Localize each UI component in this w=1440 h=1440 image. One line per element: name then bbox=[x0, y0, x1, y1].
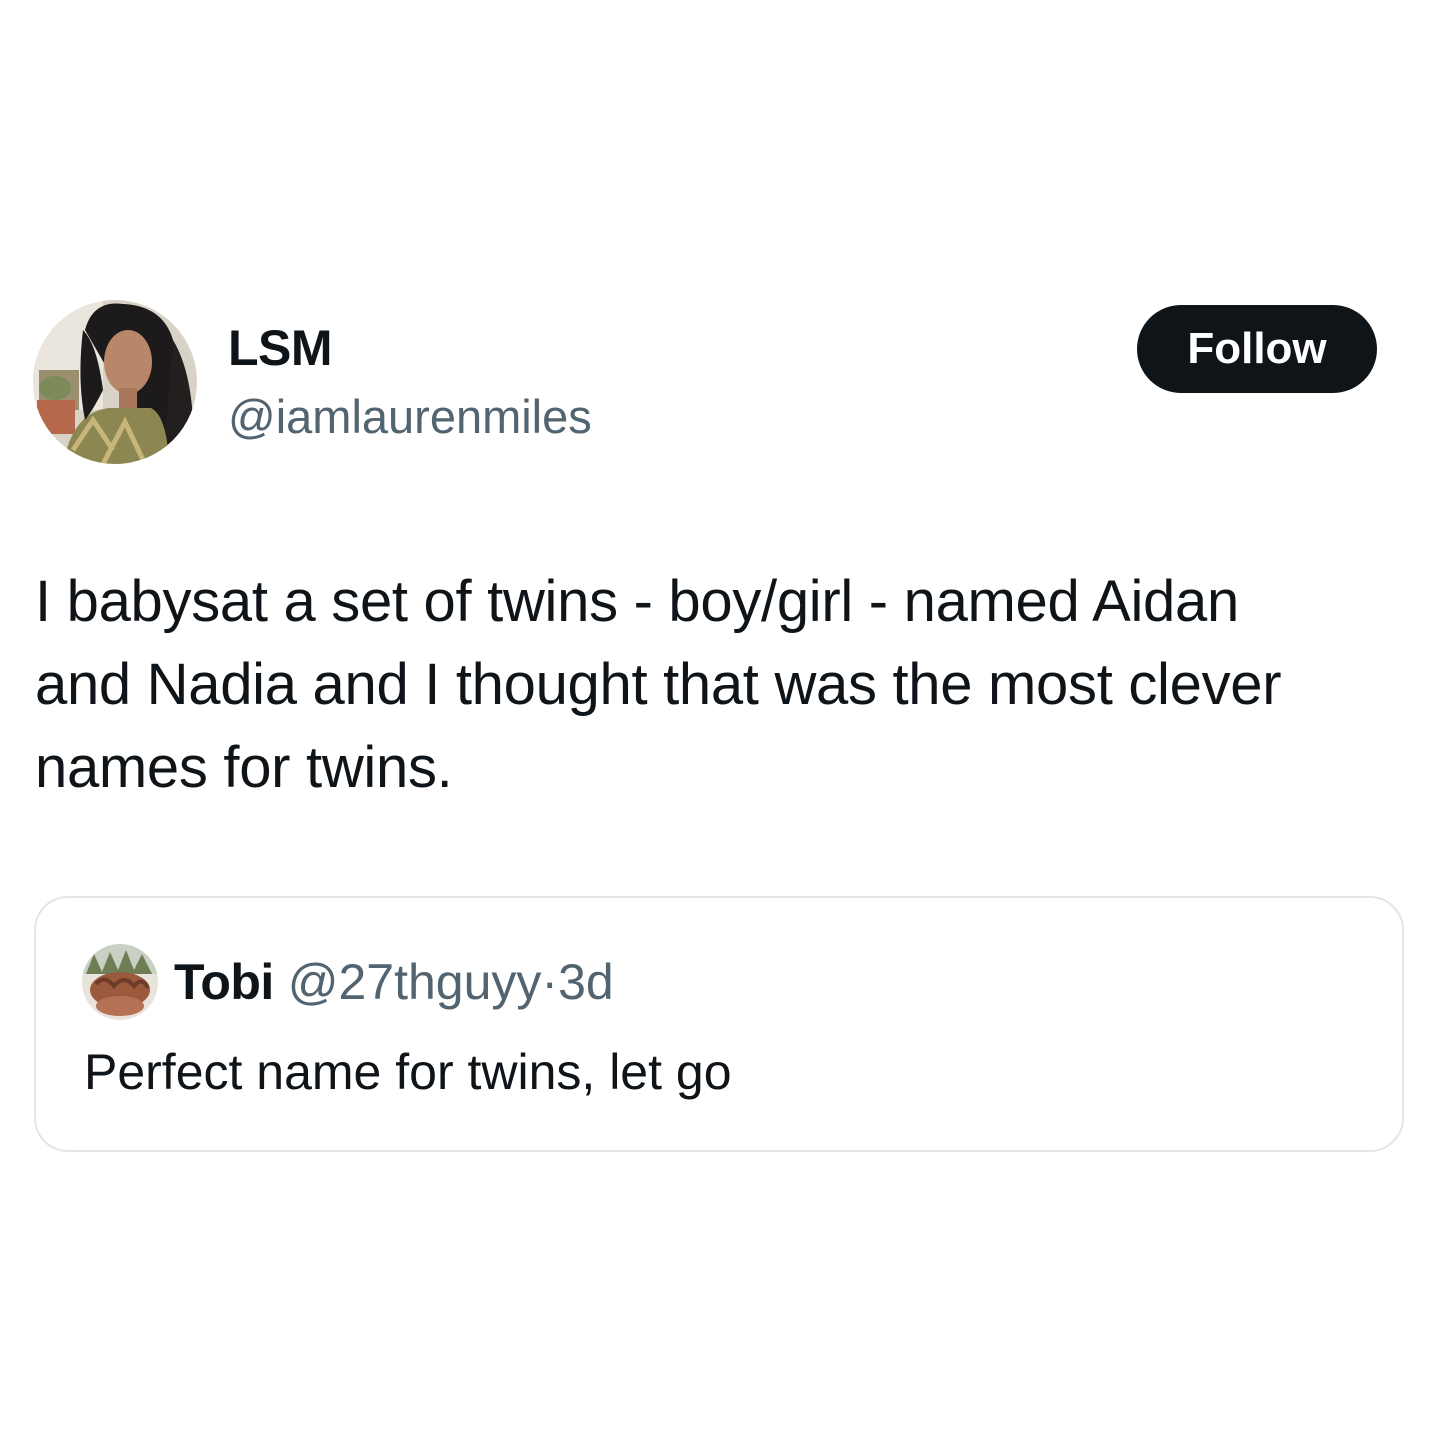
quoted-author-name[interactable]: Tobi bbox=[174, 954, 274, 1010]
quoted-author-avatar-image bbox=[82, 944, 158, 1020]
quoted-post-text: Perfect name for twins, let go bbox=[84, 1044, 732, 1100]
post-text: I babysat a set of twins - boy/girl - na… bbox=[35, 560, 1425, 809]
quoted-post-header: Tobi @27thguyy·3d bbox=[174, 952, 614, 1012]
quoted-post-time[interactable]: 3d bbox=[558, 954, 614, 1010]
quoted-author-avatar[interactable] bbox=[82, 944, 158, 1020]
author-handle[interactable]: @iamlaurenmiles bbox=[228, 388, 592, 446]
post: LSM @iamlaurenmiles Follow I babysat a s… bbox=[0, 0, 1440, 1440]
post-text-line: names for twins. bbox=[35, 735, 453, 800]
post-text-line: and Nadia and I thought that was the mos… bbox=[35, 652, 1282, 717]
quoted-author-handle[interactable]: @27thguyy bbox=[288, 954, 542, 1010]
author-avatar[interactable] bbox=[33, 300, 197, 464]
author-avatar-image bbox=[33, 300, 197, 464]
header-separator: · bbox=[541, 954, 559, 1010]
author-display-name[interactable]: LSM bbox=[228, 318, 333, 378]
post-text-line: I babysat a set of twins - boy/girl - na… bbox=[35, 569, 1239, 634]
quoted-post-card[interactable]: Tobi @27thguyy·3d Perfect name for twins… bbox=[34, 896, 1404, 1152]
follow-button[interactable]: Follow bbox=[1137, 305, 1377, 393]
